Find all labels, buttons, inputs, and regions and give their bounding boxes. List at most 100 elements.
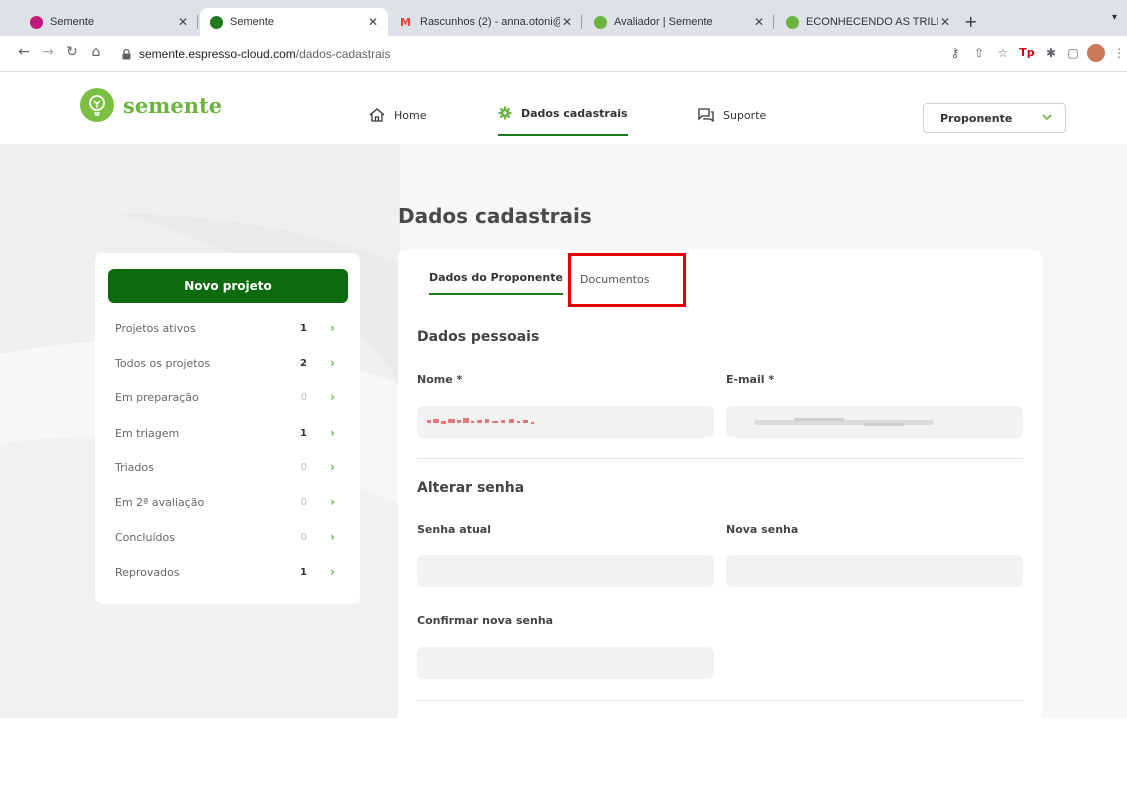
page-title: Dados cadastrais xyxy=(398,204,592,228)
more-menu-icon[interactable]: ⋮ xyxy=(1111,46,1127,60)
count-badge: 1 xyxy=(300,322,307,334)
sidebar-item-triados[interactable]: Triados 0 › xyxy=(115,457,335,477)
browser-tab[interactable]: ECONHECENDO AS TRILHAS | ✕ xyxy=(776,8,960,36)
role-select[interactable]: Proponente xyxy=(923,103,1066,133)
tab-title: ECONHECENDO AS TRILHAS | xyxy=(806,16,938,28)
nav-dados-cadastrais[interactable]: Dados cadastrais xyxy=(498,106,628,136)
section-divider xyxy=(417,700,1023,701)
highlight-annotation-box xyxy=(568,253,686,307)
sidebar-item-em-triagem[interactable]: Em triagem 1 › xyxy=(115,423,335,443)
tab-title: Semente xyxy=(230,16,275,28)
chevron-right-icon: › xyxy=(330,495,335,509)
redacted-value xyxy=(754,418,934,426)
browser-tab[interactable]: Semente ✕ xyxy=(20,8,198,36)
semente-favicon-icon xyxy=(786,15,799,29)
reload-icon[interactable]: ↻ xyxy=(62,44,82,60)
close-icon[interactable]: ✕ xyxy=(366,15,380,29)
new-tab-icon[interactable]: + xyxy=(964,12,977,31)
nav-home[interactable]: Home xyxy=(369,108,426,122)
sidebar-item-concluidos[interactable]: Concluídos 0 › xyxy=(115,527,335,547)
back-arrow-icon[interactable]: ← xyxy=(14,44,34,60)
app-viewport: semente Home Dados cadastrais Suporte Pr… xyxy=(0,72,1127,718)
section-title-dados-pessoais: Dados pessoais xyxy=(417,329,540,345)
star-icon[interactable]: ☆ xyxy=(995,46,1011,60)
browser-tab[interactable]: Avaliador | Semente ✕ xyxy=(584,8,774,36)
browser-tab-bar: Semente ✕ Semente ✕ M Rascunhos (2) - an… xyxy=(0,0,1127,36)
label-confirmar-senha: Confirmar nova senha xyxy=(417,614,554,627)
chevron-down-icon[interactable]: ▾ xyxy=(1112,12,1117,23)
lightbulb-logo-icon xyxy=(80,88,114,122)
chevron-right-icon: › xyxy=(330,565,335,579)
nav-suporte-label: Suporte xyxy=(723,108,767,122)
label-nova-senha: Nova senha xyxy=(726,523,799,536)
home-icon[interactable]: ⌂ xyxy=(86,44,106,60)
semente-logo[interactable]: semente xyxy=(80,88,222,122)
close-icon[interactable]: ✕ xyxy=(560,15,574,29)
nav-dados-label: Dados cadastrais xyxy=(521,106,628,120)
count-badge: 1 xyxy=(300,427,307,439)
redacted-value xyxy=(427,418,534,424)
browser-tab[interactable]: M Rascunhos (2) - anna.otoni@cc ✕ xyxy=(390,8,582,36)
nav-suporte[interactable]: Suporte xyxy=(698,108,766,122)
label-email: E-mail * xyxy=(726,373,775,386)
extensions-puzzle-icon[interactable]: ✱ xyxy=(1043,46,1059,60)
gmail-icon: M xyxy=(400,15,411,29)
url-host: semente.espresso-cloud.com xyxy=(139,47,296,61)
browser-tab-active[interactable]: Semente ✕ xyxy=(200,8,388,36)
chevron-right-icon: › xyxy=(330,460,335,474)
sidebar-item-em-2a-avaliacao[interactable]: Em 2ª avaliação 0 › xyxy=(115,492,335,512)
count-badge: 0 xyxy=(300,531,307,543)
address-bar[interactable]: semente.espresso-cloud.com/dados-cadastr… xyxy=(110,42,1120,66)
count-badge: 0 xyxy=(300,461,307,473)
side-panel-icon[interactable]: ▢ xyxy=(1065,46,1081,60)
chevron-right-icon: › xyxy=(330,356,335,370)
email-field[interactable] xyxy=(726,406,1023,438)
share-icon[interactable]: ⇧ xyxy=(971,46,987,60)
tp-extension-icon[interactable]: Tp xyxy=(1019,46,1035,59)
url-path: /dados-cadastrais xyxy=(295,47,391,61)
semente-favicon-icon xyxy=(30,15,43,29)
sidebar-item-reprovados[interactable]: Reprovados 1 › xyxy=(115,562,335,582)
new-password-field[interactable] xyxy=(726,555,1023,587)
profile-form-card: Dados do Proponente Documentos Dados pes… xyxy=(398,250,1042,718)
close-icon[interactable]: ✕ xyxy=(938,15,952,29)
semente-favicon-icon xyxy=(594,15,607,29)
current-password-field[interactable] xyxy=(417,555,714,587)
count-badge: 1 xyxy=(300,566,307,578)
key-icon[interactable]: ⚷ xyxy=(947,46,963,60)
sidebar-item-todos-projetos[interactable]: Todos os projetos 2 › xyxy=(115,353,335,373)
chevron-right-icon: › xyxy=(330,321,335,335)
app-header: semente Home Dados cadastrais Suporte Pr… xyxy=(0,72,1127,144)
forward-arrow-icon[interactable]: → xyxy=(38,44,58,60)
nav-home-label: Home xyxy=(394,108,427,122)
count-badge: 0 xyxy=(300,496,307,508)
name-field[interactable] xyxy=(417,406,714,438)
tab-dados-proponente[interactable]: Dados do Proponente xyxy=(429,271,563,295)
browser-toolbar: ← → ↻ ⌂ semente.espresso-cloud.com/dados… xyxy=(0,36,1127,72)
label-nome: Nome * xyxy=(417,373,463,386)
new-project-button[interactable]: Novo projeto xyxy=(108,269,348,303)
profile-avatar-icon[interactable] xyxy=(1087,44,1105,62)
label-senha-atual: Senha atual xyxy=(417,523,492,536)
section-title-alterar-senha: Alterar senha xyxy=(417,480,525,496)
lock-icon xyxy=(122,48,131,59)
count-badge: 0 xyxy=(300,391,307,403)
tab-title: Semente xyxy=(50,16,95,28)
gear-icon xyxy=(498,106,512,120)
chevron-right-icon: › xyxy=(330,390,335,404)
chevron-down-icon xyxy=(1042,114,1052,121)
role-select-value: Proponente xyxy=(940,111,1013,125)
home-icon xyxy=(369,108,385,122)
close-icon[interactable]: ✕ xyxy=(752,15,766,29)
tab-title: Avaliador | Semente xyxy=(614,16,713,28)
close-icon[interactable]: ✕ xyxy=(176,15,190,29)
sidebar-item-projetos-ativos[interactable]: Projetos ativos 1 › xyxy=(115,318,335,338)
chat-icon xyxy=(698,108,714,122)
sidebar-item-em-preparacao[interactable]: Em preparação 0 › xyxy=(115,387,335,407)
chevron-right-icon: › xyxy=(330,426,335,440)
tab-title: Rascunhos (2) - anna.otoni@cc xyxy=(420,16,560,28)
chevron-right-icon: › xyxy=(330,530,335,544)
logo-text: semente xyxy=(123,92,223,118)
confirm-password-field[interactable] xyxy=(417,647,714,679)
sidebar-panel: Novo projeto Projetos ativos 1 › Todos o… xyxy=(95,253,360,604)
